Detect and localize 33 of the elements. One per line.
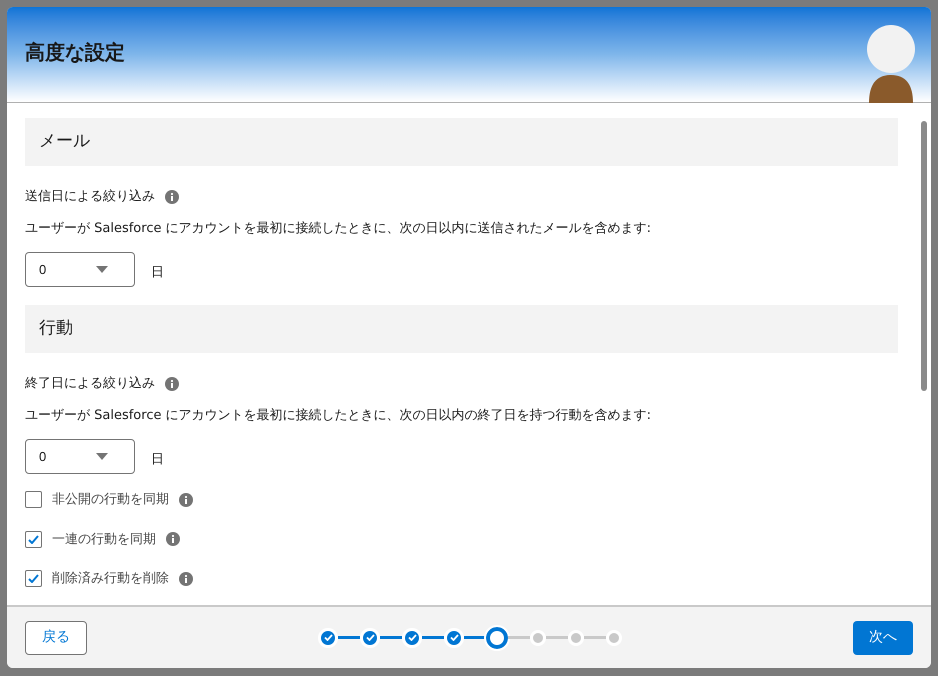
info-icon[interactable] [179,492,193,507]
caret-icon [96,453,108,460]
filter-label: 終了日による絞り込み [25,375,155,393]
days-dropdown[interactable]: 0 [25,439,135,474]
info-icon[interactable] [165,376,179,391]
check-icon [324,634,332,641]
next-button[interactable]: 次へ [853,620,913,654]
section-heading: 行動 [39,317,73,340]
back-button[interactable]: 戻る [25,620,87,654]
section-heading: メール [39,130,90,154]
check-icon [450,634,458,641]
days-dropdown[interactable]: 0 [25,252,135,287]
checkbox[interactable] [25,491,42,508]
checkbox-label: 削除済み行動を削除 [52,570,169,588]
check-icon [366,634,374,641]
filter-label: 送信日による絞り込み [25,188,155,206]
description-text: ユーザーが Salesforce にアカウントを最初に接続したときに、次の日以内の終了日を持つ行動を含めます: [25,406,652,424]
unit-label: 日 [151,264,164,282]
check-icon [28,574,39,584]
unit-label: 日 [151,450,164,469]
checkbox[interactable] [25,530,42,548]
checkbox-label: 一連の行動を同期 [52,530,156,548]
info-icon[interactable] [165,190,179,204]
modal-title: 高度な設定 [25,39,125,66]
description-text: ユーザーが Salesforce にアカウントを最初に接続したときに、次の日以内に送信されたメールを含めます: [25,220,652,238]
check-icon [408,634,416,641]
check-icon [28,534,39,544]
checkbox[interactable] [25,570,42,588]
info-icon[interactable] [179,572,193,586]
current-step [486,626,508,648]
checkbox-label: 非公開の行動を同期 [52,491,169,509]
caret-icon [96,266,108,273]
info-icon[interactable] [166,532,180,546]
